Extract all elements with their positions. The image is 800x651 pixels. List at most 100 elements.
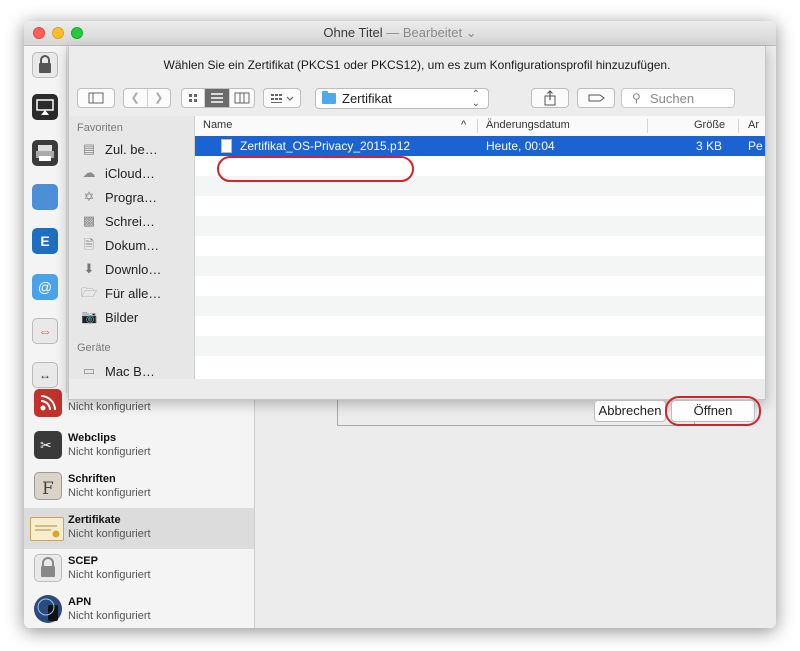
sidebar-item-applications[interactable]: ✡ Progra… xyxy=(81,186,194,208)
font-icon: F xyxy=(34,472,62,500)
empty-row xyxy=(195,236,765,256)
sidebar-item-label: Schrei… xyxy=(105,214,155,229)
sidebar-item-device[interactable]: ▭ Mac B… xyxy=(81,360,194,379)
payload-item-schriften[interactable]: F Schriften Nicht konfiguriert xyxy=(24,467,254,508)
payload-status: Nicht konfiguriert xyxy=(68,569,151,581)
column-header-kind[interactable]: Ar xyxy=(748,119,759,131)
pictures-icon: 📷 xyxy=(81,309,98,324)
payload-item-apn[interactable]: APN Nicht konfiguriert xyxy=(24,590,254,628)
column-divider xyxy=(477,119,478,133)
payload-detail-pane xyxy=(255,393,776,628)
folder-icon: 🗁 xyxy=(81,285,98,300)
airplay-icon[interactable] xyxy=(32,94,58,120)
sidebar-item-recents[interactable]: ▤ Zul. be… xyxy=(81,138,194,160)
exchange-icon[interactable]: E xyxy=(32,228,58,254)
payload-title: Webclips xyxy=(68,432,117,444)
dialog-footer xyxy=(69,379,765,399)
file-date: Heute, 00:04 xyxy=(486,139,555,153)
location-popup[interactable]: Zertifikat ⌃ ⌄ xyxy=(315,88,489,109)
directory-icon[interactable] xyxy=(32,184,58,210)
column-header-name[interactable]: Name xyxy=(203,119,232,131)
back-forward-control: ❮ ❯ xyxy=(123,88,171,108)
payload-status: Nicht konfiguriert xyxy=(68,528,151,540)
sync-icon[interactable]: ⇔ xyxy=(32,318,58,344)
search-field[interactable]: ⚲ Suchen xyxy=(621,88,735,108)
view-mode-control xyxy=(181,88,255,108)
laptop-icon: ▭ xyxy=(82,363,96,378)
open-button[interactable]: Öffnen xyxy=(671,400,755,422)
sidebar-item-downloads[interactable]: ⬇ Downlo… xyxy=(81,258,194,280)
certificate-icon xyxy=(30,517,64,541)
payload-item-zertifikate[interactable]: Zertifikate Nicht konfiguriert xyxy=(24,508,254,549)
favorites-heading: Favoriten xyxy=(77,122,123,134)
webclip-icon: ✂ xyxy=(34,431,62,459)
documents-icon: 🗎 xyxy=(83,237,95,252)
icon-view-icon[interactable] xyxy=(182,89,205,107)
sidebar-item-label: Zul. be… xyxy=(105,142,158,157)
folder-icon xyxy=(322,91,336,104)
cancel-button[interactable]: Abbrechen xyxy=(594,400,666,422)
search-icon: ⚲ xyxy=(632,91,641,105)
downloads-icon: ⬇ xyxy=(83,261,95,276)
empty-row xyxy=(195,316,765,336)
title-bar: Ohne Titel — Bearbeitet ⌄ xyxy=(24,21,776,46)
scep-icon xyxy=(34,554,62,582)
search-placeholder: Suchen xyxy=(650,91,695,106)
empty-row xyxy=(195,216,765,236)
sidebar-item-label: Downlo… xyxy=(105,262,162,277)
sidebar-item-label: Mac B… xyxy=(105,364,155,379)
empty-row xyxy=(195,336,765,356)
tag-button[interactable] xyxy=(577,88,615,108)
sidebar-item-pictures[interactable]: 📷 Bilder xyxy=(81,306,194,328)
file-row-selected[interactable]: Zertifikat_OS-Privacy_2015.p12 Heute, 00… xyxy=(195,136,765,156)
file-size: 3 KB xyxy=(696,139,723,153)
sidebar-toggle-button[interactable] xyxy=(77,88,115,108)
share-button[interactable] xyxy=(531,88,569,108)
payload-status: Nicht konfiguriert xyxy=(68,446,151,458)
list-view-icon[interactable] xyxy=(205,89,230,107)
cloud-icon: ☁ xyxy=(82,165,96,180)
sidebar-item-label: iCloud… xyxy=(105,166,155,181)
contacts-icon[interactable]: ↔ xyxy=(32,362,58,388)
mail-icon[interactable]: @ xyxy=(32,274,58,300)
chevron-left-icon: ❮ xyxy=(130,92,140,104)
empty-row xyxy=(195,276,765,296)
column-view-icon[interactable] xyxy=(230,89,254,107)
sidebar-item-label: Für alle… xyxy=(105,286,162,301)
passcode-lock-icon[interactable] xyxy=(32,52,58,78)
empty-row xyxy=(195,156,765,176)
column-divider xyxy=(647,119,648,133)
payload-item-webclips[interactable]: ✂ Webclips Nicht konfiguriert xyxy=(24,426,254,467)
sidebar-item-desktop[interactable]: ▩ Schrei… xyxy=(81,210,194,232)
printer-icon[interactable] xyxy=(32,140,58,166)
payload-title: Schriften xyxy=(68,473,116,485)
column-divider xyxy=(738,119,739,133)
column-header-date[interactable]: Änderungsdatum xyxy=(486,119,570,131)
payload-title: Zertifikate xyxy=(68,514,121,526)
window-title[interactable]: Ohne Titel — Bearbeitet ⌄ xyxy=(24,25,776,41)
back-button[interactable]: ❮ xyxy=(124,89,148,107)
column-header-size[interactable]: Größe xyxy=(694,119,725,131)
sidebar-item-label: Progra… xyxy=(105,190,158,205)
empty-row xyxy=(195,356,765,376)
arrange-menu-button[interactable] xyxy=(263,88,301,108)
payload-icon-strip: E @ ⇔ ↔ xyxy=(24,46,67,446)
payload-status: Nicht konfiguriert xyxy=(68,487,151,499)
payload-status: Nicht konfiguriert xyxy=(68,610,151,622)
payload-title: SCEP xyxy=(68,555,98,567)
payload-item-scep[interactable]: SCEP Nicht konfiguriert xyxy=(24,549,254,590)
file-kind: Pe xyxy=(748,139,763,153)
sidebar-item-shared[interactable]: 🗁 Für alle… xyxy=(81,282,194,304)
sidebar-item-documents[interactable]: 🗎 Dokum… xyxy=(81,234,194,256)
devices-heading: Geräte xyxy=(77,342,111,354)
sidebar-item-label: Dokum… xyxy=(105,238,160,253)
forward-button[interactable]: ❯ xyxy=(148,89,171,107)
desktop-icon: ▩ xyxy=(82,213,96,228)
empty-row xyxy=(195,256,765,276)
sidebar-item-icloud[interactable]: ☁ iCloud… xyxy=(81,162,194,184)
file-list-header: Name ^ Änderungsdatum Größe Ar xyxy=(195,116,765,137)
edited-status: — Bearbeitet ⌄ xyxy=(386,25,477,40)
open-file-dialog: Wählen Sie ein Zertifikat (PKCS1 oder PK… xyxy=(68,46,766,426)
document-icon xyxy=(221,139,232,153)
finder-sidebar: Favoriten ▤ Zul. be… ☁ iCloud… ✡ Progra… ▩ S… xyxy=(69,116,195,379)
